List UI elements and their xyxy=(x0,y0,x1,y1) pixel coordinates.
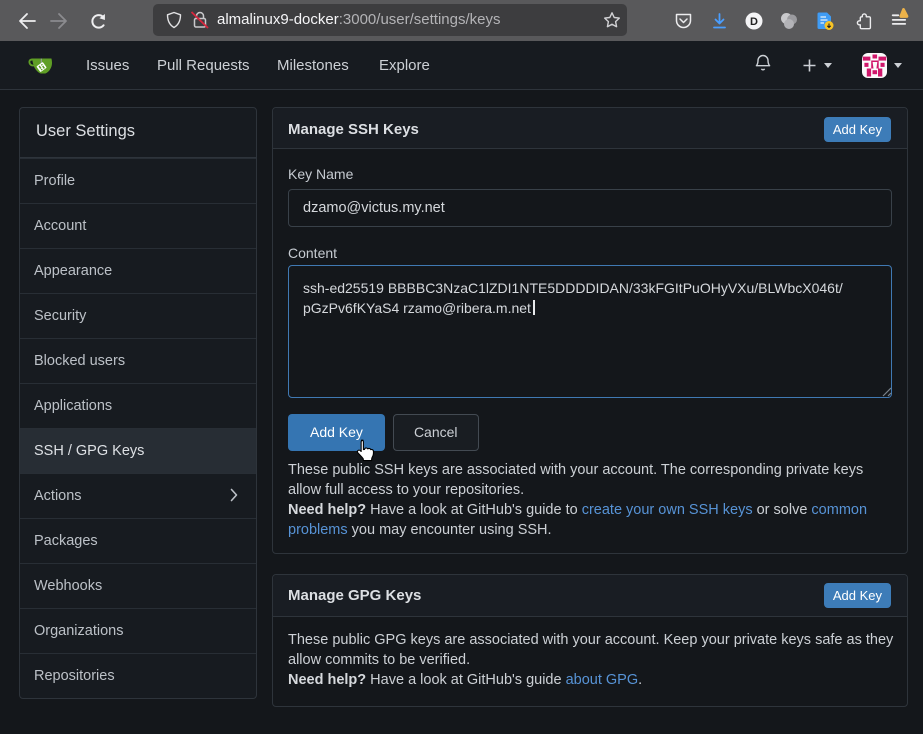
svg-text:D: D xyxy=(750,16,758,28)
